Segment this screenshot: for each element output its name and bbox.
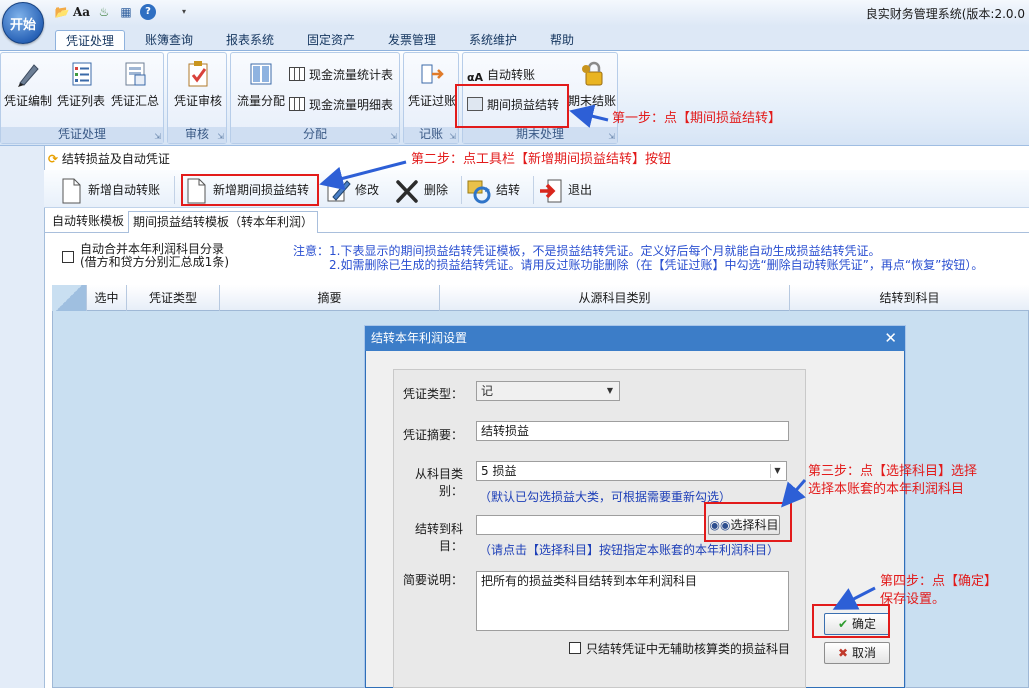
annotation-arrows (319, 104, 876, 610)
step2-arrow (319, 160, 407, 191)
step1-arrow (569, 104, 609, 128)
step4-arrow (832, 586, 876, 610)
app-orb-button[interactable]: 开始 (2, 2, 44, 44)
step3-arrow (781, 479, 807, 508)
